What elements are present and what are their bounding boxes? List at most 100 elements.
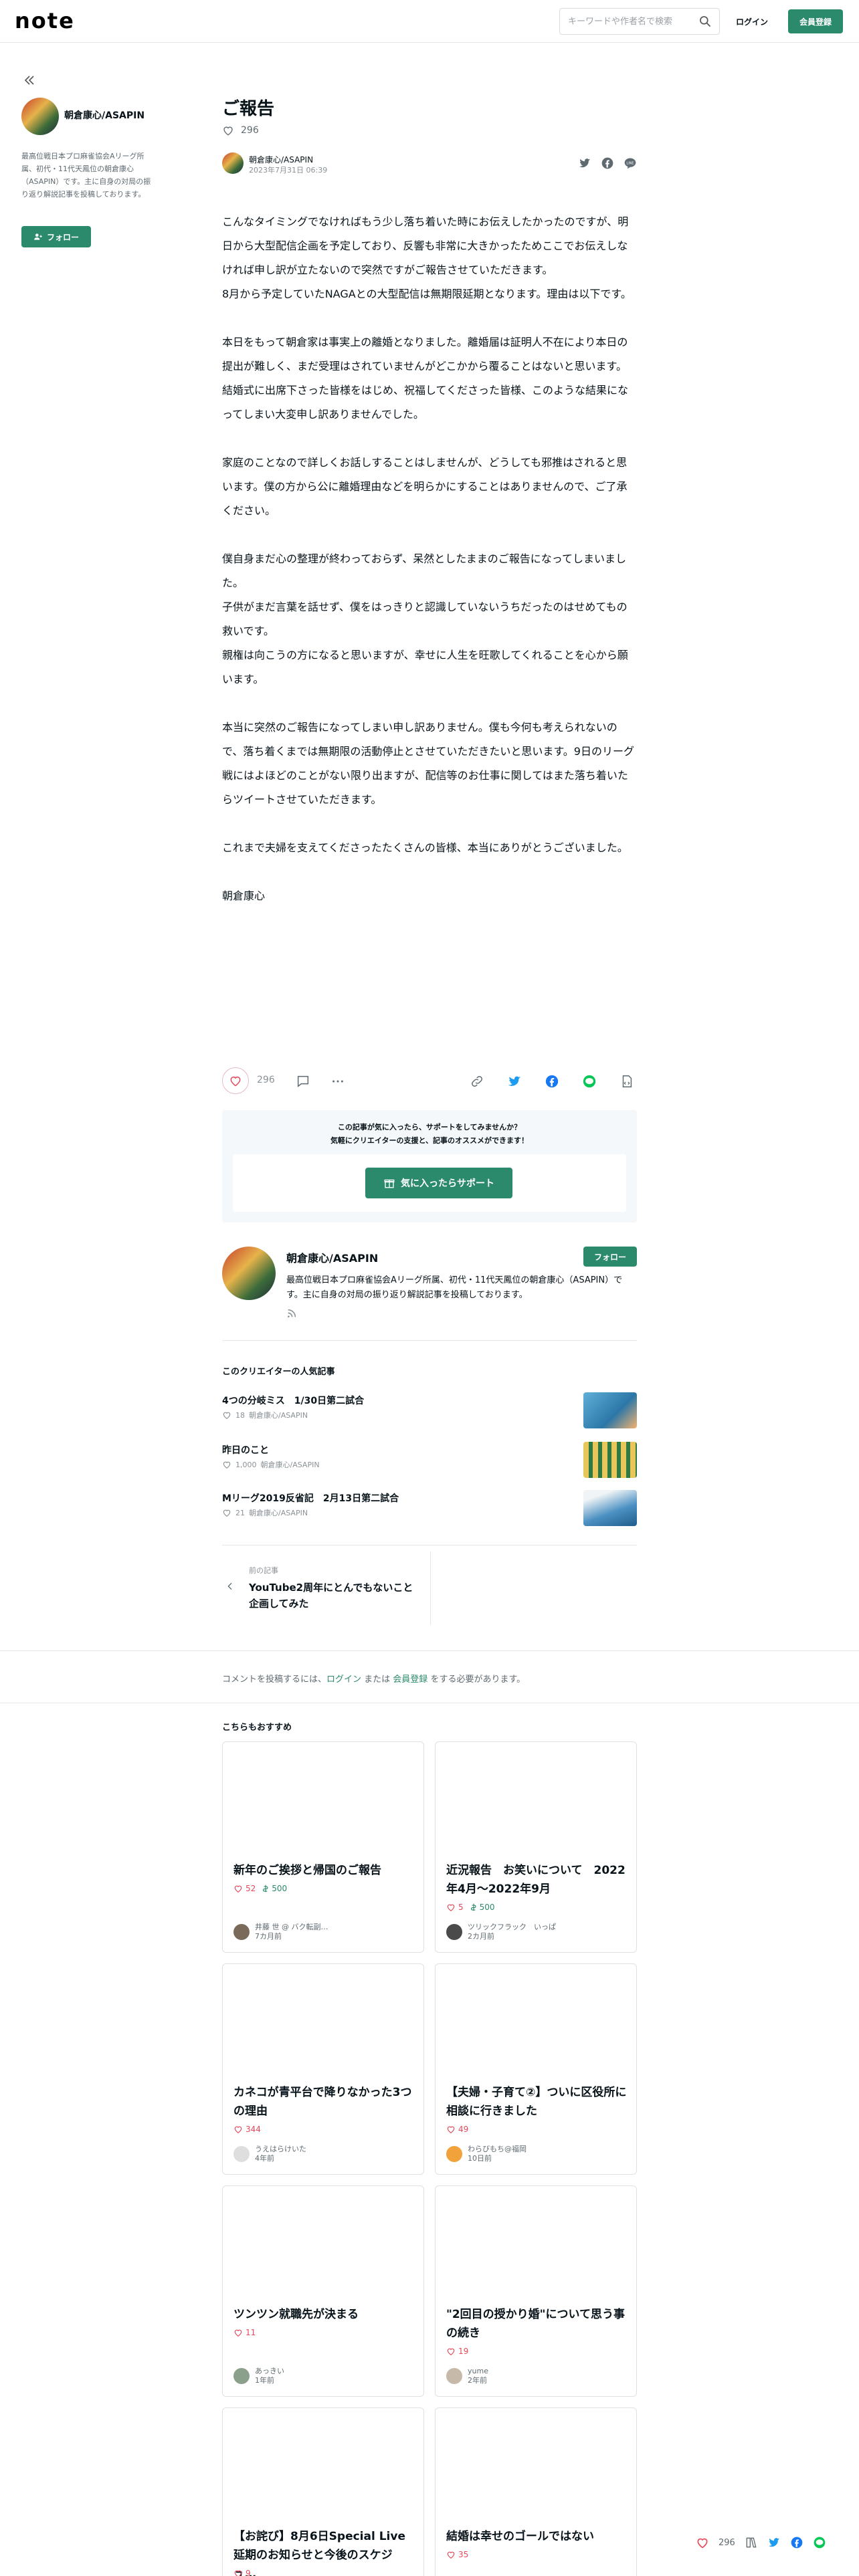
- card-time: 1年前: [255, 2376, 274, 2385]
- twitter-icon[interactable]: [507, 1074, 522, 1089]
- search-icon[interactable]: [698, 15, 712, 28]
- sidebar-avatar[interactable]: [21, 98, 59, 135]
- prev-article-title[interactable]: YouTube2周年にとんでもないこと企画してみた: [249, 1580, 423, 1612]
- card-stats: 344: [233, 2125, 261, 2134]
- magazine-icon[interactable]: [745, 2536, 758, 2549]
- sidebar-creator-name[interactable]: 朝倉康心/ASAPIN: [64, 108, 145, 122]
- card-title[interactable]: 【夫婦・子育て②】ついに区役所に相談に行きました: [446, 2083, 627, 2121]
- recommend-card[interactable]: 【お詫び】8月6日Special Live延期のお知らせと今後のスケジュ… 9: [222, 2407, 424, 2576]
- embed-icon[interactable]: [619, 1074, 634, 1089]
- card-like-count: 19: [458, 2347, 469, 2356]
- article-like-summary[interactable]: 296: [222, 124, 259, 136]
- svg-text:LINE: LINE: [626, 161, 634, 165]
- prev-article-label: 前の記事: [249, 1566, 278, 1575]
- card-author[interactable]: あっきい 1年前: [233, 2367, 284, 2385]
- creator-name[interactable]: 朝倉康心/ASAPIN: [286, 1249, 378, 1265]
- heart-icon: [234, 2126, 242, 2133]
- article-paragraph: 家庭のことなので詳しくお話しすることはしませんが、どうしても邪推はされると思いま…: [222, 456, 628, 517]
- heart-icon[interactable]: [696, 2536, 709, 2549]
- tip-icon: [263, 1885, 268, 1893]
- facebook-icon[interactable]: [790, 2536, 803, 2549]
- floating-action-bar: 296: [696, 2528, 850, 2557]
- article-paragraph: 朝倉康心: [222, 889, 266, 902]
- article-action-bar: 296: [222, 1067, 637, 1094]
- comment-note: コメントを投稿するには、ログイン または 会員登録 をする必要があります。: [222, 1672, 525, 1685]
- twitter-icon[interactable]: [578, 156, 591, 170]
- heart-icon: [234, 2570, 242, 2576]
- card-author[interactable]: うえはらけいた 4年前: [233, 2145, 306, 2163]
- card-likes: 19: [446, 2347, 468, 2356]
- popular-item-meta: 1,000 朝倉康心/ASAPIN: [222, 1459, 320, 1470]
- popular-item-title[interactable]: Mリーグ2019反省記 2月13日第二試合: [222, 1491, 399, 1505]
- twitter-icon[interactable]: [767, 2536, 781, 2549]
- creator-avatar[interactable]: [222, 1247, 276, 1300]
- card-author-name: ツリックフラック いっぱ: [468, 1923, 556, 1931]
- recommend-card[interactable]: 結婚は幸せのゴールではない 35: [435, 2407, 637, 2576]
- author-name[interactable]: 朝倉康心/ASAPIN: [249, 154, 313, 165]
- login-button[interactable]: ログイン: [728, 9, 776, 33]
- card-author[interactable]: yume 2年前: [446, 2367, 488, 2385]
- popular-item-thumbnail[interactable]: [583, 1392, 637, 1428]
- rss-icon[interactable]: [286, 1308, 297, 1319]
- card-title[interactable]: カネコが青平台で降りなかった3つの理由: [233, 2083, 414, 2121]
- recommend-card[interactable]: 近況報告 お笑いについて 2022年4月〜2022年9月 5 500 ツリックフラック…: [435, 1741, 637, 1953]
- like-button[interactable]: [222, 1067, 249, 1094]
- author-avatar[interactable]: [222, 152, 244, 174]
- popular-item-thumbnail[interactable]: [583, 1490, 637, 1526]
- card-time: 7カ月前: [255, 1932, 282, 1941]
- article-paragraph: 本当に突然のご報告になってしまい申し訳ありません。僕も今何も考えられないので、落…: [222, 721, 634, 806]
- article-paragraph: こんなタイミングでなければもう少し落ち着いた時にお伝えしたかったのですが、明日か…: [222, 215, 632, 300]
- support-button[interactable]: 気に入ったらサポート: [365, 1168, 512, 1198]
- card-tip-amount: 500: [272, 1884, 288, 1893]
- card-author[interactable]: わらびもち@福岡 10日前: [446, 2145, 527, 2163]
- popular-item-title[interactable]: 昨日のこと: [222, 1443, 269, 1457]
- card-title[interactable]: 結婚は幸せのゴールではない: [446, 2527, 627, 2546]
- card-author[interactable]: 井藤 世 @ バク転副… 7カ月前: [233, 1923, 328, 1941]
- card-title[interactable]: ツンツン就職先が決まる: [233, 2305, 414, 2324]
- comment-note-prefix: コメントを投稿するには、: [222, 1675, 327, 1685]
- facebook-icon[interactable]: [545, 1074, 559, 1089]
- card-like-count: 52: [246, 1884, 256, 1893]
- more-icon[interactable]: [330, 1074, 345, 1089]
- card-title[interactable]: 近況報告 お笑いについて 2022年4月〜2022年9月: [446, 1861, 627, 1899]
- popular-item[interactable]: Mリーグ2019反省記 2月13日第二試合 21 朝倉康心/ASAPIN: [222, 1490, 637, 1531]
- search-input[interactable]: [559, 8, 720, 35]
- line-icon[interactable]: LINE: [624, 156, 637, 170]
- card-likes: 9: [233, 2569, 251, 2576]
- double-chevron-left-icon[interactable]: [21, 72, 37, 88]
- card-title[interactable]: "2回目の授かり婚"について思う事の続き: [446, 2305, 627, 2343]
- recommend-card[interactable]: "2回目の授かり婚"について思う事の続き 19 yume 2年前: [435, 2185, 637, 2397]
- link-icon[interactable]: [470, 1074, 484, 1089]
- popular-heading: このクリエイターの人気記事: [222, 1367, 335, 1377]
- creator-follow-button[interactable]: フォロー: [583, 1247, 637, 1267]
- recommend-card[interactable]: ツンツン就職先が決まる 11 あっきい 1年前: [222, 2185, 424, 2397]
- card-title[interactable]: 新年のご挨拶と帰国のご報告: [233, 1861, 414, 1880]
- comment-icon[interactable]: [296, 1074, 310, 1089]
- divider: [222, 1340, 637, 1341]
- card-author-name: yume: [468, 2367, 488, 2375]
- line-icon[interactable]: [813, 2536, 826, 2549]
- recommend-card[interactable]: 【夫婦・子育て②】ついに区役所に相談に行きました 49 わらびもち@福岡 10日前: [435, 1963, 637, 2175]
- heart-icon: [223, 1461, 231, 1469]
- popular-item-thumbnail[interactable]: [583, 1442, 637, 1478]
- sidebar-follow-button[interactable]: フォロー: [21, 226, 91, 247]
- signup-button[interactable]: 会員登録: [788, 9, 843, 33]
- popular-item[interactable]: 昨日のこと 1,000 朝倉康心/ASAPIN: [222, 1442, 637, 1483]
- user-plus-icon: [34, 233, 42, 240]
- recommend-card[interactable]: カネコが青平台で降りなかった3つの理由 344 うえはらけいた 4年前: [222, 1963, 424, 2175]
- popular-item-title[interactable]: 4つの分岐ミス 1/30日第二試合: [222, 1394, 364, 1407]
- facebook-icon[interactable]: [601, 156, 614, 170]
- heart-icon: [234, 2329, 242, 2337]
- line-icon[interactable]: [582, 1074, 597, 1089]
- prev-article-link[interactable]: 前の記事 YouTube2周年にとんでもないこと企画してみた: [222, 1551, 431, 1625]
- popular-item-likes: 18: [235, 1410, 245, 1420]
- recommend-card[interactable]: 新年のご挨拶と帰国のご報告 52 500 井藤 世 @ バク転副… 7カ月前: [222, 1741, 424, 1953]
- card-author[interactable]: ツリックフラック いっぱ 2カ月前: [446, 1923, 556, 1941]
- comment-login-link[interactable]: ログイン: [326, 1675, 361, 1685]
- card-title[interactable]: 【お詫び】8月6日Special Live延期のお知らせと今後のスケジュ…: [233, 2527, 414, 2576]
- note-logo[interactable]: note: [15, 8, 75, 33]
- article-paragraph: 僕自身まだ心の整理が終わっておらず、呆然としたままのご報告になってしまいました。…: [222, 552, 628, 685]
- heart-icon: [223, 126, 233, 136]
- popular-item[interactable]: 4つの分岐ミス 1/30日第二試合 18 朝倉康心/ASAPIN: [222, 1392, 637, 1434]
- comment-signup-link[interactable]: 会員登録: [393, 1675, 427, 1685]
